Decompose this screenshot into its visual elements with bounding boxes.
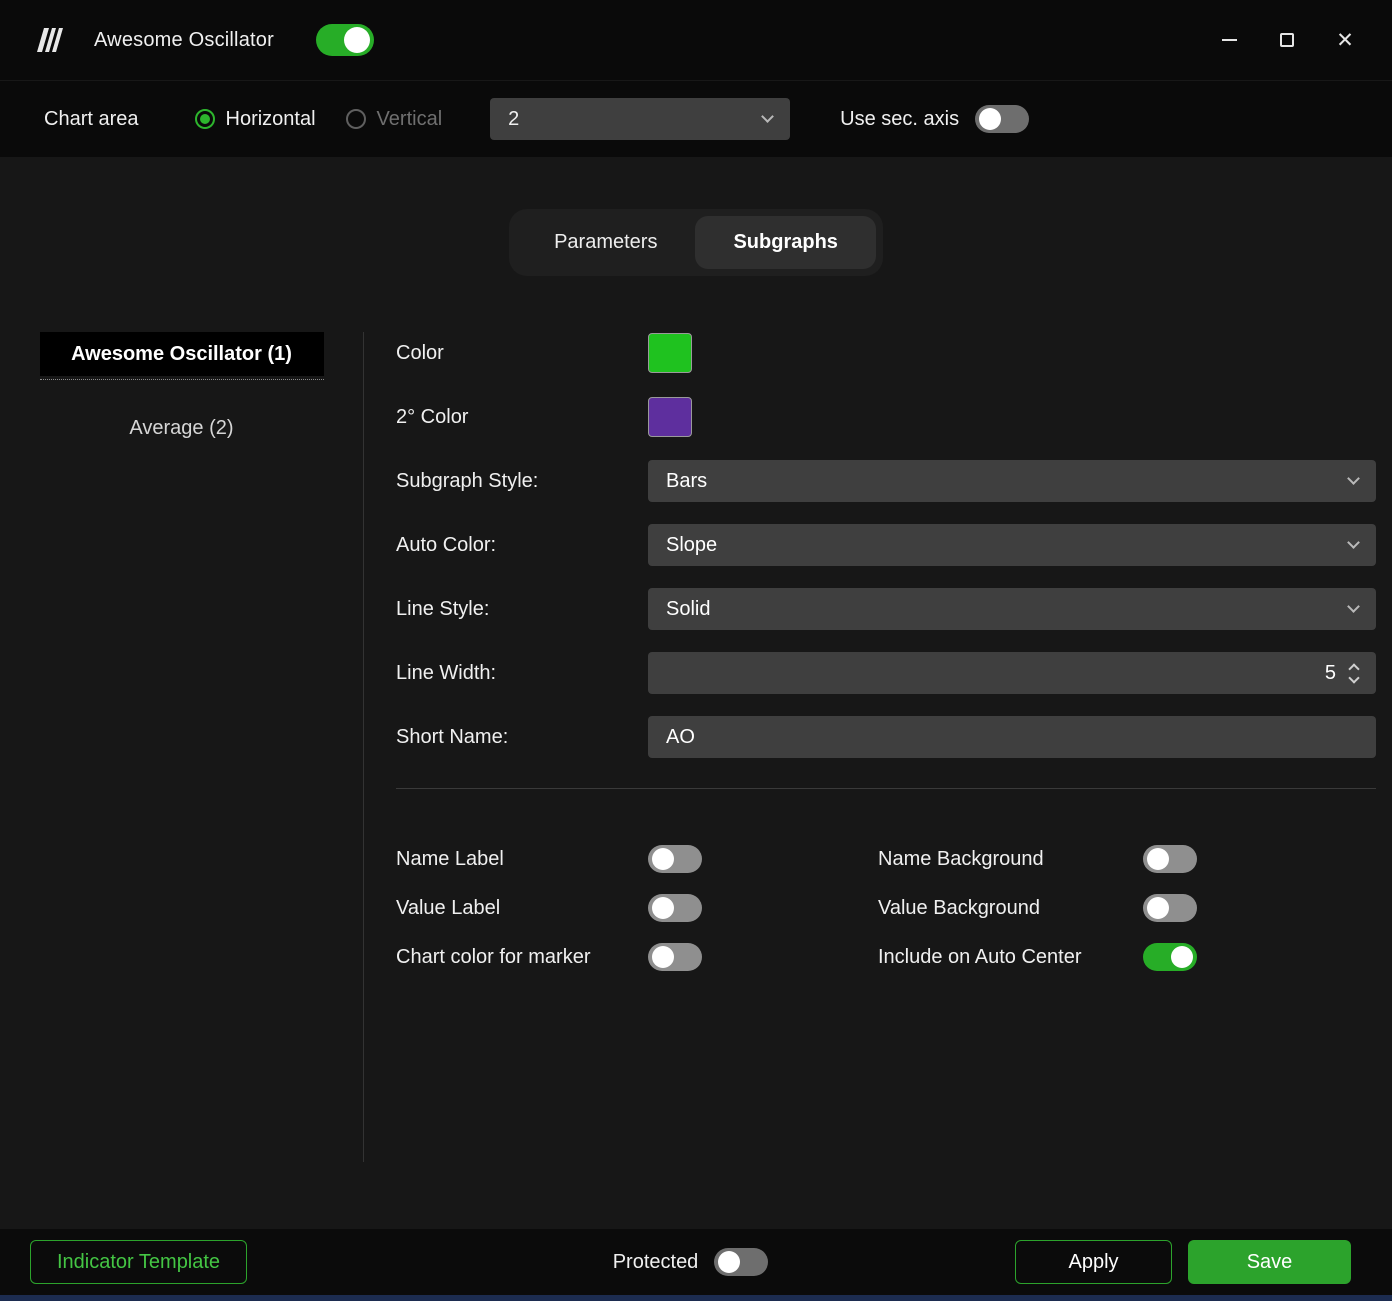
chart-color-marker-row: Chart color for marker — [396, 943, 878, 971]
vertical-divider — [363, 332, 364, 1162]
secondary-color-row: 2° Color — [396, 396, 1376, 438]
chart-area-select[interactable]: 2 — [490, 98, 791, 140]
name-background-row: Name Background — [878, 845, 1197, 873]
apply-button[interactable]: Apply — [1015, 1240, 1173, 1284]
subgraph-style-value: Bars — [666, 469, 708, 492]
save-button[interactable]: Save — [1188, 1240, 1352, 1284]
short-name-label: Short Name: — [396, 725, 509, 748]
line-style-select[interactable]: Solid — [648, 588, 1376, 630]
short-name-row: Short Name: AO — [396, 716, 1376, 758]
tab-subgraphs[interactable]: Subgraphs — [695, 216, 876, 269]
color-row: Color — [396, 332, 1376, 374]
protected-label: Protected — [612, 1250, 699, 1273]
selected-item-dotted-underline — [39, 379, 324, 380]
subgraph-item-awesome-oscillator[interactable]: Awesome Oscillator (1) — [39, 332, 324, 376]
secondary-color-label: 2° Color — [396, 405, 469, 428]
maximize-button[interactable] — [1258, 15, 1316, 65]
chart-area-bar: Chart area Horizontal Vertical 2 Use sec… — [0, 80, 1392, 157]
radio-horizontal[interactable]: Horizontal — [194, 107, 316, 131]
line-width-stepper[interactable]: 5 — [648, 652, 1376, 694]
display-toggle-grid: Name Label Value Label Chart color for m… — [396, 845, 1376, 992]
window-bottom-edge — [0, 1295, 1392, 1301]
line-style-value: Solid — [666, 597, 711, 620]
protected-toggle[interactable] — [714, 1248, 769, 1276]
tab-bar: Parameters Subgraphs — [509, 209, 883, 276]
radio-horizontal-label: Horizontal — [225, 107, 316, 130]
subgraph-style-select[interactable]: Bars — [648, 460, 1376, 502]
chart-area-label: Chart area — [44, 107, 139, 130]
line-style-row: Line Style: Solid — [396, 588, 1376, 630]
auto-color-row: Auto Color: Slope — [396, 524, 1376, 566]
radio-vertical[interactable]: Vertical — [345, 107, 443, 131]
subgraph-list: Awesome Oscillator (1) Average (2) — [0, 332, 363, 450]
sec-axis-label: Use sec. axis — [840, 107, 960, 130]
tab-parameters[interactable]: Parameters — [516, 216, 695, 269]
toggle-column-left: Name Label Value Label Chart color for m… — [396, 845, 878, 992]
chart-color-marker-toggle[interactable] — [648, 943, 702, 971]
radio-unchecked-icon — [345, 109, 366, 129]
line-width-label: Line Width: — [396, 661, 497, 684]
short-name-value: AO — [666, 725, 695, 748]
subgraph-style-row: Subgraph Style: Bars — [396, 460, 1376, 502]
subgraph-settings-form: Color 2° Color Subgraph Style: Bars Auto… — [396, 332, 1376, 992]
close-button[interactable]: ✕ — [1316, 15, 1374, 65]
include-auto-center-toggle[interactable] — [1143, 943, 1197, 971]
chevron-down-icon — [1347, 536, 1360, 549]
auto-color-value: Slope — [666, 533, 718, 556]
chart-color-marker-label: Chart color for marker — [396, 945, 591, 968]
radio-vertical-label: Vertical — [376, 107, 443, 130]
include-auto-center-label: Include on Auto Center — [878, 945, 1082, 968]
radio-checked-icon — [194, 109, 215, 129]
chevron-down-icon — [1347, 600, 1360, 613]
chevron-down-icon — [1347, 472, 1360, 485]
line-width-value: 5 — [1324, 661, 1336, 684]
indicator-template-button[interactable]: Indicator Template — [30, 1240, 248, 1284]
value-label-row: Value Label — [396, 894, 878, 922]
window-title: Awesome Oscillator — [94, 28, 274, 51]
value-background-row: Value Background — [878, 894, 1197, 922]
horizontal-divider — [396, 788, 1376, 789]
main-content: Parameters Subgraphs Awesome Oscillator … — [0, 157, 1392, 1229]
toggle-column-right: Name Background Value Background Include… — [878, 845, 1197, 992]
value-label-label: Value Label — [396, 896, 501, 919]
maximize-icon — [1280, 33, 1294, 47]
name-label-row: Name Label — [396, 845, 878, 873]
close-icon: ✕ — [1336, 28, 1354, 52]
stepper-arrows-icon[interactable] — [1348, 662, 1360, 684]
name-background-label: Name Background — [878, 847, 1044, 870]
secondary-color-swatch[interactable] — [648, 397, 692, 437]
value-background-toggle[interactable] — [1143, 894, 1197, 922]
line-style-label: Line Style: — [396, 597, 490, 620]
color-label: Color — [396, 341, 444, 364]
window-controls: ✕ — [1200, 15, 1374, 65]
title-bar: Awesome Oscillator ✕ — [0, 0, 1392, 80]
line-width-row: Line Width: 5 — [396, 652, 1376, 694]
footer-bar: Indicator Template Protected Apply Save — [0, 1229, 1392, 1295]
auto-color-select[interactable]: Slope — [648, 524, 1376, 566]
short-name-input[interactable]: AO — [648, 716, 1376, 758]
minimize-button[interactable] — [1200, 15, 1258, 65]
include-auto-center-row: Include on Auto Center — [878, 943, 1197, 971]
auto-color-label: Auto Color: — [396, 533, 497, 556]
stepper-down-icon — [1348, 671, 1360, 684]
name-label-toggle[interactable] — [648, 845, 702, 873]
color-swatch[interactable] — [648, 333, 692, 373]
name-background-toggle[interactable] — [1143, 845, 1197, 873]
subgraph-item-average[interactable]: Average (2) — [40, 406, 324, 450]
value-background-label: Value Background — [878, 896, 1040, 919]
sec-axis-toggle[interactable] — [975, 105, 1030, 133]
chevron-down-icon — [761, 110, 775, 123]
value-label-toggle[interactable] — [648, 894, 702, 922]
minimize-icon — [1221, 39, 1237, 41]
orientation-radio-group: Horizontal Vertical — [194, 107, 443, 131]
indicator-enabled-toggle[interactable] — [315, 24, 374, 56]
app-logo-icon — [34, 26, 70, 54]
chart-area-select-value: 2 — [508, 107, 520, 130]
name-label-label: Name Label — [396, 847, 504, 870]
subgraph-style-label: Subgraph Style: — [396, 469, 539, 492]
